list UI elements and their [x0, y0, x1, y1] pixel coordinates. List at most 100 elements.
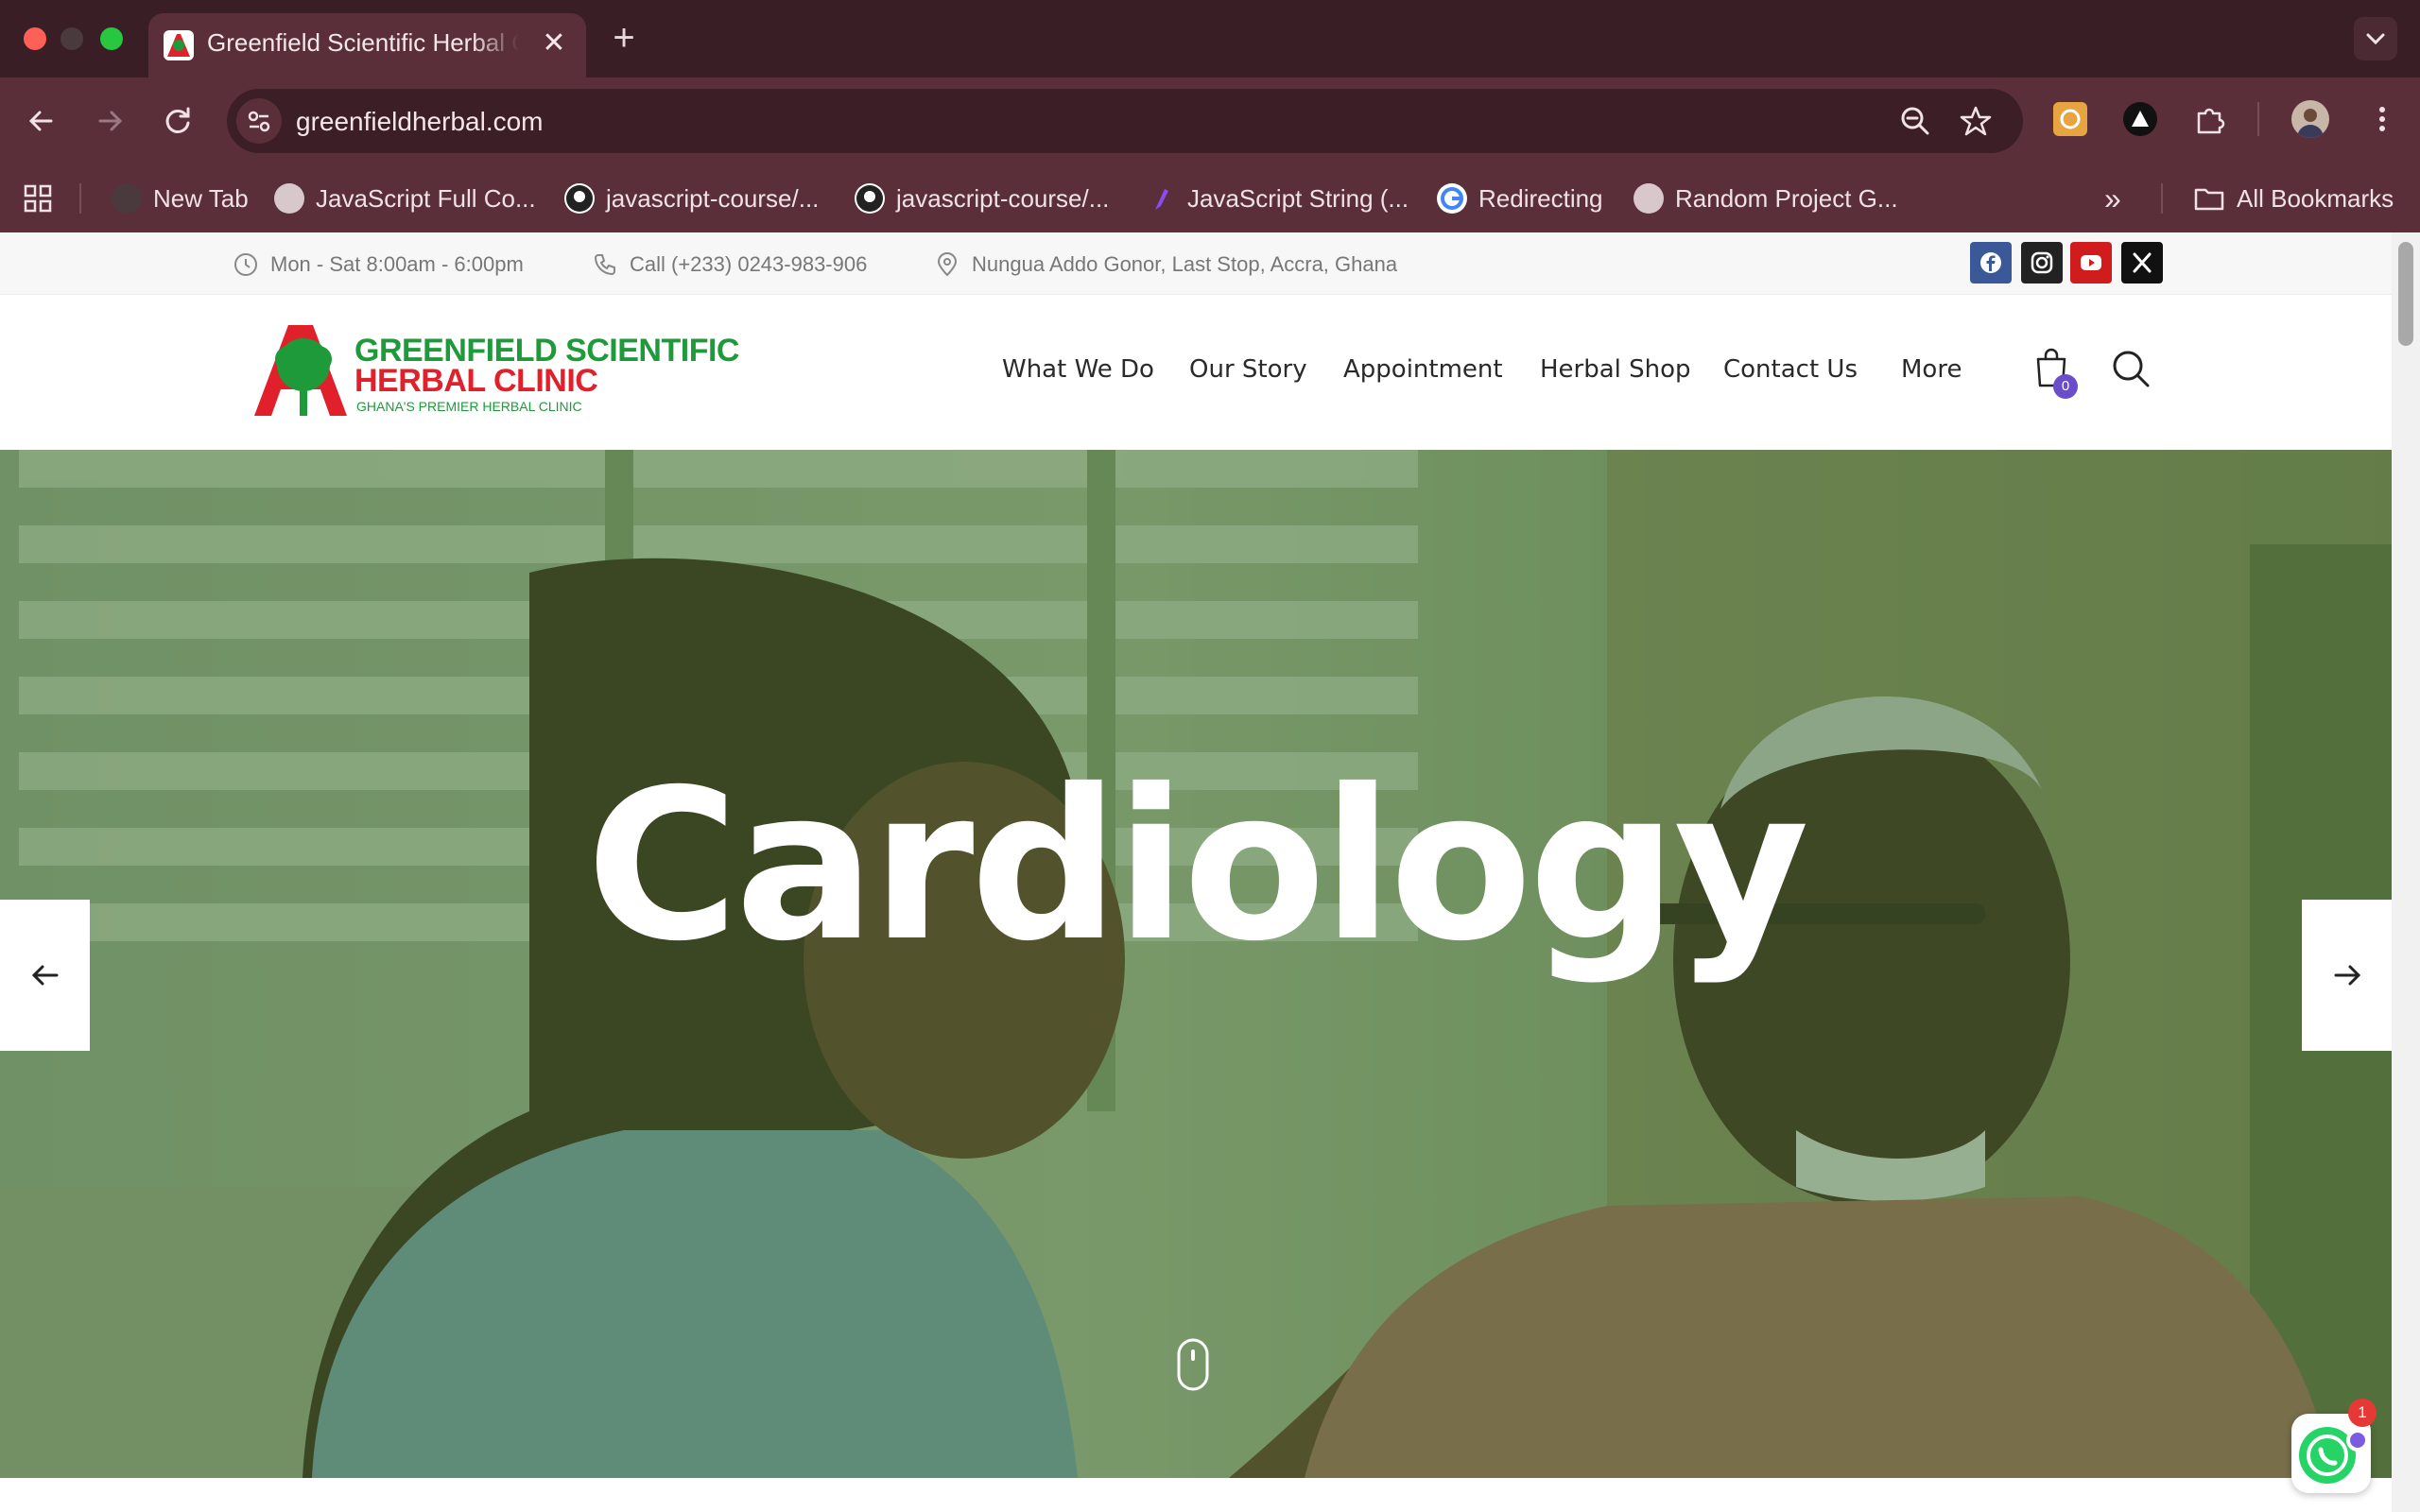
logo-tagline: GHANA'S PREMIER HERBAL CLINIC [356, 399, 582, 414]
nav-item-what-we-do[interactable]: What We Do [1002, 355, 1154, 389]
bookmarks-divider [2161, 183, 2163, 214]
globe-icon [274, 183, 304, 214]
site-search-button[interactable] [2110, 348, 2152, 389]
opening-hours: Mon - Sat 8:00am - 6:00pm [233, 249, 524, 280]
tune-icon [248, 111, 270, 132]
bookmark-label: Redirecting [1478, 183, 1603, 213]
hero-slider: Cardiology [0, 450, 2392, 1478]
location-pin-icon [937, 252, 958, 277]
arrow-left-icon [31, 965, 58, 986]
all-bookmarks-label: All Bookmarks [2237, 183, 2394, 213]
bookmark-label: JavaScript String (... [1187, 183, 1409, 213]
all-bookmarks-button[interactable]: All Bookmarks [2193, 181, 2394, 215]
logo-emblem-icon [254, 325, 347, 416]
arrow-left-icon [28, 111, 53, 131]
page-content-start [0, 1478, 2392, 1512]
apps-grid-button[interactable] [23, 181, 53, 215]
phone-icon [594, 254, 615, 276]
folder-icon [2194, 188, 2224, 211]
nav-item-contact-us[interactable]: Contact Us [1723, 355, 1858, 389]
phone-contact[interactable]: Call (+233) 0243-983-906 [592, 249, 867, 280]
youtube-link[interactable] [2070, 242, 2112, 284]
zoom-button[interactable] [1898, 104, 1932, 138]
extension-orange-icon[interactable] [2053, 102, 2087, 136]
close-window-button[interactable] [24, 27, 46, 50]
extensions-puzzle-icon[interactable] [2191, 100, 2229, 138]
new-tab-button[interactable]: + [605, 19, 643, 57]
back-button[interactable] [21, 100, 62, 142]
browser-toolbar: greenfieldherbal.com [0, 77, 2420, 164]
apps-grid-icon [24, 184, 52, 213]
bookmark-javascript-string[interactable]: JavaScript String (... [1146, 181, 1409, 215]
browser-tab-active[interactable]: Greenfield Scientific Herbal Clinic ✕ [148, 13, 586, 77]
tab-title: Greenfield Scientific Herbal Clinic [207, 28, 519, 57]
bookmark-redirecting[interactable]: Redirecting [1437, 181, 1603, 215]
tab-close-icon[interactable]: ✕ [537, 26, 571, 60]
star-icon [1960, 106, 1992, 136]
phone-text[interactable]: Call (+233) 0243-983-906 [630, 252, 867, 277]
url-text: greenfieldherbal.com [296, 107, 544, 136]
slider-next-button[interactable] [2302, 900, 2392, 1051]
scroll-down-mouse-icon[interactable] [1177, 1338, 1209, 1391]
site-favicon-icon [164, 30, 194, 60]
info-topbar: Mon - Sat 8:00am - 6:00pm Call (+233) 02… [0, 232, 2392, 295]
google-icon [1437, 183, 1467, 214]
reload-button[interactable] [157, 100, 199, 142]
x-icon [2133, 252, 2152, 273]
more-vertical-icon [2379, 107, 2385, 131]
bookmark-label: JavaScript Full Co... [316, 183, 536, 213]
cart-button[interactable]: 0 [2032, 346, 2078, 399]
chevron-down-icon [2366, 33, 2385, 45]
bookmark-label: javascript-course/... [896, 183, 1110, 213]
cart-count-badge: 0 [2053, 374, 2078, 399]
bookmark-javascript-course-2[interactable]: javascript-course/... [855, 181, 1109, 215]
new-tab-icon [112, 183, 142, 214]
bookmark-label: New Tab [153, 183, 249, 213]
profile-avatar[interactable] [2291, 100, 2329, 138]
nav-item-more[interactable]: More [1901, 355, 1962, 389]
browser-tab-bar: Greenfield Scientific Herbal Clinic ✕ + [0, 0, 2420, 77]
minimize-window-button[interactable] [60, 27, 83, 50]
instagram-icon [2031, 251, 2053, 274]
maximize-window-button[interactable] [100, 27, 123, 50]
address-bar[interactable]: greenfieldherbal.com [227, 89, 2023, 153]
browser-menu-button[interactable] [2363, 100, 2401, 138]
facebook-link[interactable] [1970, 242, 2012, 284]
whatsapp-notification-badge: 1 [2348, 1399, 2377, 1427]
nav-item-herbal-shop[interactable]: Herbal Shop [1540, 355, 1691, 389]
github-icon [564, 183, 595, 214]
toolbar-divider [2257, 102, 2259, 136]
scrollbar-thumb[interactable] [2398, 242, 2413, 346]
slider-prev-button[interactable] [0, 900, 90, 1051]
bookmarks-overflow-button[interactable]: » [2104, 181, 2121, 215]
forward-button[interactable] [89, 100, 130, 142]
tab-search-button[interactable] [2354, 17, 2397, 60]
x-twitter-link[interactable] [2121, 242, 2163, 284]
bookmarks-divider [79, 183, 81, 214]
bookmark-javascript-full-course[interactable]: JavaScript Full Co... [274, 181, 536, 215]
logo-name-line2: HERBAL CLINIC [354, 363, 598, 399]
bookmark-javascript-course-1[interactable]: javascript-course/... [564, 181, 819, 215]
bookmark-new-tab[interactable]: New Tab [112, 181, 249, 215]
search-icon [2113, 351, 2150, 387]
site-header: GREENFIELD SCIENTIFIC HERBAL CLINIC GHAN… [0, 295, 2392, 450]
bookmark-random-project[interactable]: Random Project G... [1634, 181, 1898, 215]
arrow-right-icon [2334, 965, 2360, 986]
nav-item-our-story[interactable]: Our Story [1189, 355, 1307, 389]
nav-item-appointment[interactable]: Appointment [1343, 355, 1503, 389]
address: Nungua Addo Gonor, Last Stop, Accra, Gha… [934, 249, 1397, 280]
extension-triangle-icon[interactable] [2123, 102, 2157, 136]
site-logo[interactable]: GREENFIELD SCIENTIFIC HERBAL CLINIC GHAN… [251, 319, 739, 423]
bookmarks-bar: New Tab JavaScript Full Co... javascript… [0, 164, 2420, 232]
instagram-link[interactable] [2021, 242, 2063, 284]
bookmark-star-button[interactable] [1959, 104, 1993, 138]
page-scrollbar[interactable] [2392, 232, 2420, 1512]
site-info-button[interactable] [236, 98, 282, 144]
youtube-icon [2081, 255, 2101, 270]
bookmark-label: Random Project G... [1675, 183, 1898, 213]
arrow-right-icon [98, 111, 123, 131]
web-page: Mon - Sat 8:00am - 6:00pm Call (+233) 02… [0, 232, 2392, 1512]
feather-icon [1146, 183, 1176, 214]
hours-text: Mon - Sat 8:00am - 6:00pm [270, 252, 524, 276]
github-icon [855, 183, 885, 214]
